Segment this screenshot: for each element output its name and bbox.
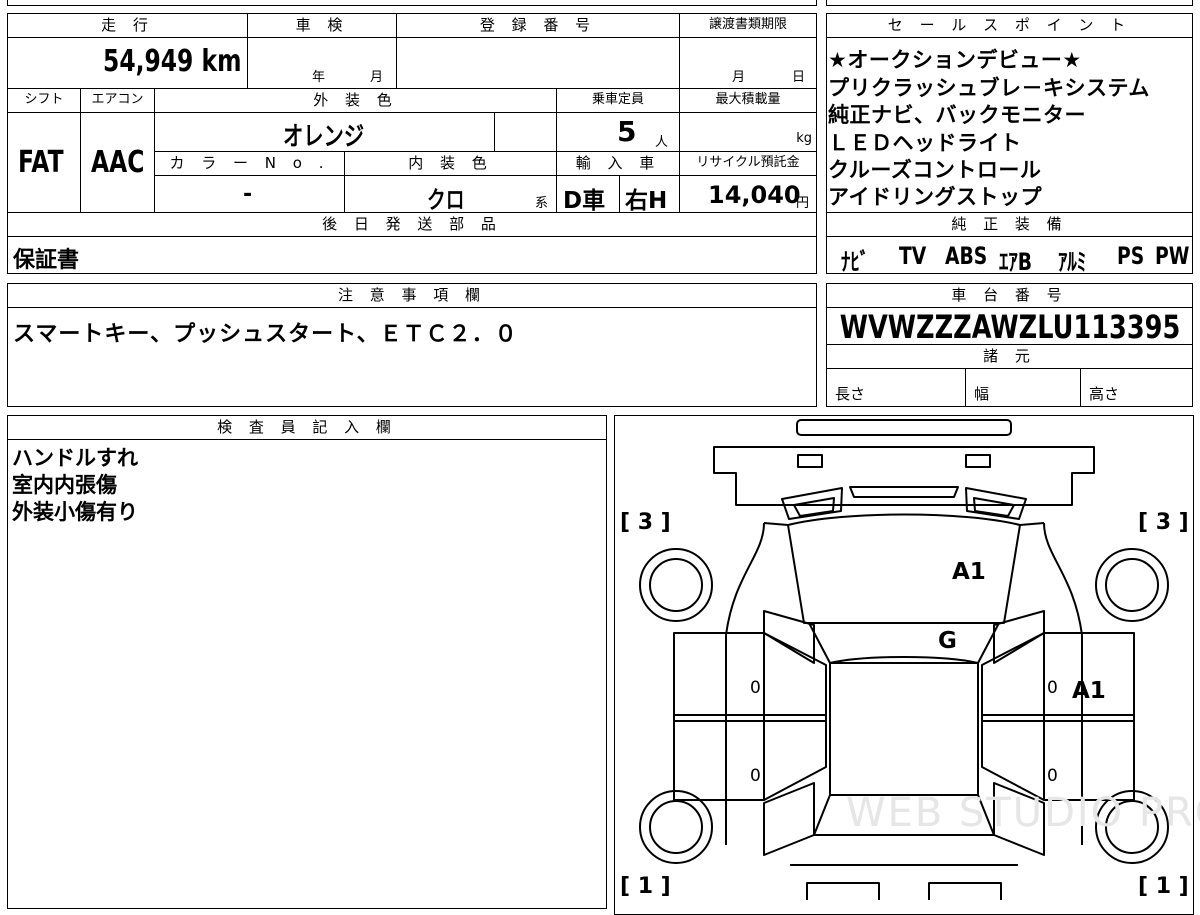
sales-point-4: ＬＥＤヘッドライト	[828, 131, 1022, 155]
recycle-value: 14,040	[708, 181, 801, 209]
spec-length-cell: 長さ	[826, 368, 966, 407]
mileage-label: 走 行	[7, 13, 248, 38]
inspector-note-3: 外装小傷有り	[12, 500, 138, 524]
handle-side-cell: 右H	[619, 175, 680, 213]
transfer-month-unit: 月	[732, 70, 746, 85]
tire-front-right-grade: [ 3 ]	[1138, 510, 1189, 535]
recycle-unit: 円	[796, 196, 810, 211]
inspector-note-2: 室内内張傷	[12, 473, 117, 497]
later-parts-value: 保証書	[13, 248, 80, 273]
tire-rear-left-grade: [ 1 ]	[620, 874, 671, 899]
specs-label: 諸 元	[826, 344, 1193, 369]
watermark: WEB STUDIO PRO	[846, 790, 1200, 836]
color-no-label: カ ラ ー N o .	[154, 151, 345, 176]
interior-color-cell: クロ 系	[344, 175, 557, 213]
equipment-label: 純 正 装 備	[826, 212, 1193, 237]
notes-value: スマートキー、プッシュスタート、ＥＴＣ２．０	[13, 322, 518, 347]
equip-airbag: ｴｱB	[999, 248, 1032, 274]
exterior-color-label: 外 装 色	[154, 88, 557, 113]
exterior-color-extra-cell	[494, 112, 557, 152]
recycle-label: リサイクル預託金	[679, 151, 817, 176]
equip-tv: TV	[899, 242, 927, 270]
later-parts-label: 後 日 発 送 部 品	[7, 212, 817, 237]
sales-point-3: 純正ナビ、バックモニター	[828, 103, 1086, 127]
inspection-year-unit: 年	[312, 70, 326, 85]
capacity-unit: 人	[655, 135, 669, 150]
door-rr-mark: 0	[1047, 766, 1058, 786]
top-cropped-right	[826, 0, 1193, 6]
door-lr-mark: 0	[750, 766, 761, 786]
spec-width-cell: 幅	[965, 368, 1081, 407]
recycle-cell: 14,040 円	[679, 175, 817, 213]
transfer-deadline-cell: 月 日	[679, 37, 817, 89]
mileage-unit: km	[201, 44, 241, 79]
top-cropped-row	[7, 0, 817, 6]
equip-ps: PS	[1117, 242, 1145, 270]
spec-height-label: 高さ	[1089, 385, 1120, 403]
max-load-cell: kg	[679, 112, 817, 152]
sales-point-5: クルーズコントロール	[828, 158, 1042, 182]
mileage-value: 54,949	[102, 44, 193, 79]
later-parts-cell: 保証書	[7, 236, 817, 274]
mileage-cell: 54,949 km	[7, 37, 248, 89]
color-no-value: -	[243, 182, 253, 207]
equipment-cell: ﾅﾋﾞ TV ABS ｴｱB ｱﾙﾐ PS PW	[826, 236, 1193, 274]
inspection-month-unit: 月	[370, 70, 384, 85]
notes-label: 注 意 事 項 欄	[7, 283, 817, 308]
spec-width-label: 幅	[974, 385, 990, 403]
inspector-note-1: ハンドルすれ	[12, 446, 138, 470]
capacity-value: 5	[617, 115, 637, 148]
windshield-damage-mark: G	[938, 628, 957, 654]
sales-point-2: プリクラッシュブレ－キシステム	[828, 76, 1150, 100]
import-type-cell: D車	[556, 175, 620, 213]
transfer-deadline-label: 譲渡書類期限	[679, 13, 817, 38]
shift-value: FAT	[18, 145, 64, 180]
inspection-cell: 年 月	[247, 37, 397, 89]
handle-side-value: 右H	[625, 188, 668, 213]
aircon-label: エアコン	[80, 88, 155, 113]
equip-alloy: ｱﾙﾐ	[1058, 248, 1087, 274]
aircon-value: AAC	[91, 145, 145, 180]
spec-height-cell: 高さ	[1080, 368, 1193, 407]
equip-pw: PW	[1155, 242, 1190, 270]
sales-point-6: アイドリングストップ	[828, 185, 1042, 209]
max-load-unit: kg	[796, 131, 812, 146]
sales-point-label: セ ー ル ス ポ イ ン ト	[826, 13, 1193, 38]
interior-suffix: 系	[535, 196, 549, 211]
capacity-label: 乗車定員	[556, 88, 680, 113]
registration-cell	[396, 37, 680, 89]
max-load-label: 最大積載量	[679, 88, 817, 113]
chassis-cell: WVWZZZAWZLU113395	[826, 307, 1193, 345]
sales-point-1: ★オークションデビュー★	[828, 48, 1082, 72]
door-lf-mark: 0	[750, 678, 761, 698]
hood-damage-mark: A1	[952, 559, 986, 585]
inspection-label: 車 検	[247, 13, 397, 38]
equip-abs: ABS	[945, 242, 988, 270]
inspector-label: 検 査 員 記 入 欄	[7, 415, 607, 440]
exterior-color-value: オレンジ	[283, 122, 365, 152]
right-front-door-damage-mark: A1	[1072, 678, 1106, 704]
chassis-label: 車 台 番 号	[826, 283, 1193, 308]
import-label: 輸 入 車	[556, 151, 680, 176]
interior-color-label: 内 装 色	[344, 151, 557, 176]
capacity-cell: 5 人	[556, 112, 680, 152]
transfer-day-unit: 日	[792, 70, 806, 85]
shift-label: シフト	[7, 88, 81, 113]
color-no-cell: -	[154, 175, 345, 213]
door-rf-mark: 0	[1047, 678, 1058, 698]
spec-length-label: 長さ	[835, 385, 866, 403]
equip-navi: ﾅﾋﾞ	[841, 248, 870, 274]
chassis-value: WVWZZZAWZLU113395	[839, 308, 1181, 345]
tire-rear-right-grade: [ 1 ]	[1138, 874, 1189, 899]
notes-cell: スマートキー、プッシュスタート、ＥＴＣ２．０	[7, 307, 817, 407]
aircon-cell: AAC	[80, 112, 155, 213]
tire-front-left-grade: [ 3 ]	[620, 510, 671, 535]
registration-label: 登 録 番 号	[396, 13, 680, 38]
exterior-color-cell: オレンジ	[154, 112, 495, 152]
interior-color-value: クロ	[427, 186, 465, 213]
shift-cell: FAT	[7, 112, 81, 213]
import-type-value: D車	[563, 188, 606, 213]
